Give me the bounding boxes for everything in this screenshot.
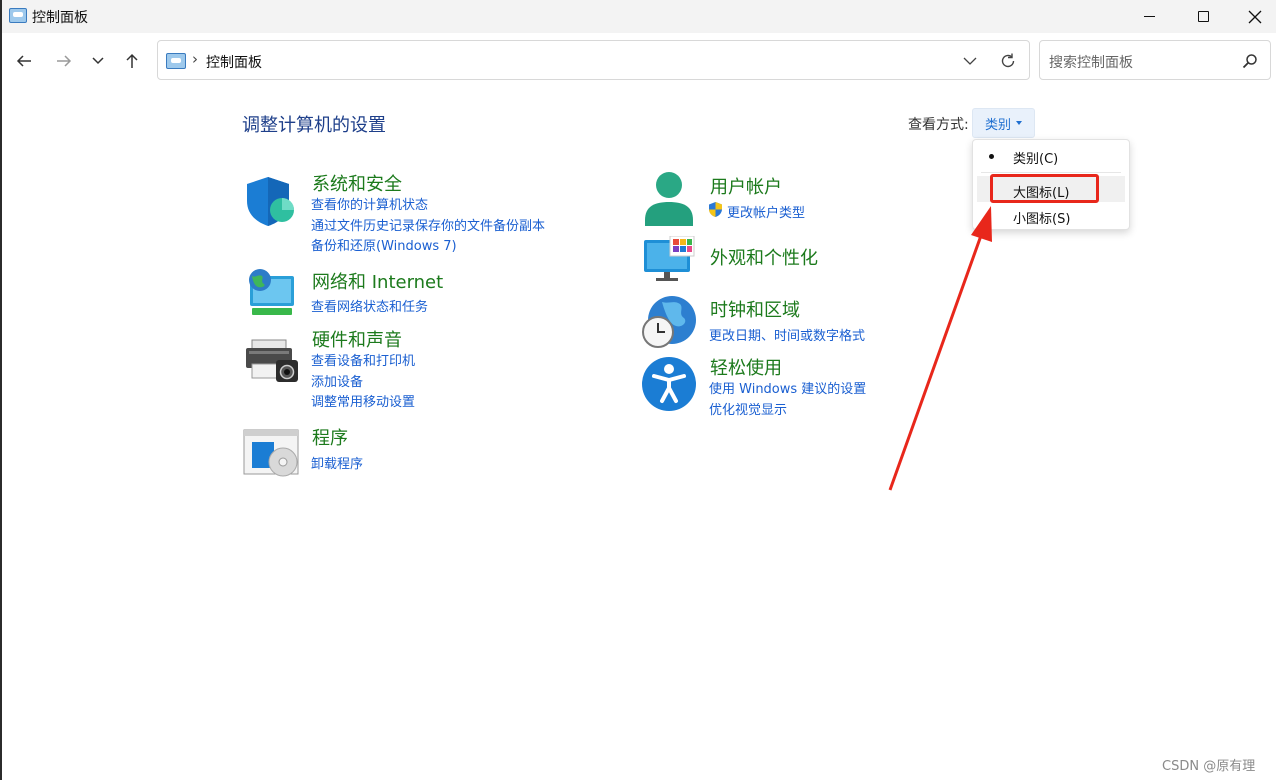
watermark: CSDN @原有理 [1162,759,1256,774]
link-backup-restore[interactable]: 备份和还原(Windows 7) [311,235,457,254]
menu-item-category-label: 类别(C) [1013,152,1059,167]
link-network-status[interactable]: 查看网络状态和任务 [311,296,428,315]
navigation-bar: › 控制面板 搜索控制面板 [2,33,1276,88]
control-panel-icon [166,53,186,69]
annotation-highlight-box [990,174,1099,203]
category-system-security[interactable]: 系统和安全 [312,170,402,196]
uac-shield-icon [709,202,722,217]
caret-down-icon [1016,121,1022,125]
title-bar: 控制面板 [2,0,1276,33]
page-title: 调整计算机的设置 [242,115,386,136]
link-add-device[interactable]: 添加设备 [311,371,363,390]
window-title: 控制面板 [32,10,88,26]
view-by-label: 查看方式: [908,117,969,133]
user-icon[interactable] [642,170,696,228]
link-mobility-settings[interactable]: 调整常用移动设置 [311,391,415,410]
up-button[interactable] [118,47,146,75]
window-border [0,0,2,780]
annotation-arrow-icon [888,206,992,491]
link-change-account-type[interactable]: 更改帐户类型 [727,202,805,221]
accessibility-icon[interactable] [641,356,697,412]
breadcrumb-separator: › [192,50,198,68]
programs-disc-icon[interactable] [243,428,301,480]
category-ease-of-access[interactable]: 轻松使用 [710,354,782,380]
arrow-up-icon [126,53,138,68]
refresh-button[interactable] [996,49,1020,73]
category-appearance-personalization[interactable]: 外观和个性化 [710,244,818,270]
link-change-date-time-format[interactable]: 更改日期、时间或数字格式 [709,325,865,344]
close-button[interactable] [1228,0,1276,33]
link-windows-recommended-settings[interactable]: 使用 Windows 建议的设置 [709,378,866,397]
link-uninstall-program[interactable]: 卸载程序 [311,453,363,472]
search-input[interactable]: 搜索控制面板 [1039,40,1271,80]
printer-camera-icon[interactable] [244,336,300,386]
selected-bullet-icon [989,154,994,159]
minimize-button[interactable] [1122,0,1176,33]
recent-locations-button[interactable] [84,47,112,75]
monitor-personalization-icon[interactable] [642,235,698,284]
refresh-icon [1001,53,1015,68]
address-bar[interactable]: › 控制面板 [157,40,1030,80]
link-file-history-backup[interactable]: 通过文件历史记录保存你的文件备份副本 [311,215,545,234]
link-view-computer-status[interactable]: 查看你的计算机状态 [311,194,428,213]
menu-item-category[interactable]: 类别(C) [973,142,1129,168]
forward-button[interactable] [50,47,78,75]
close-icon [1248,10,1262,23]
menu-item-small-icons-label: 小图标(S) [1013,212,1071,227]
address-history-button[interactable] [958,49,982,73]
back-button[interactable] [10,47,38,75]
control-panel-icon [9,8,27,23]
category-user-accounts[interactable]: 用户帐户 [710,173,782,199]
chevron-down-icon [92,57,104,65]
search-placeholder: 搜索控制面板 [1049,55,1133,71]
breadcrumb-control-panel[interactable]: 控制面板 [206,52,262,72]
arrow-left-icon [16,55,31,67]
search-icon[interactable] [1240,51,1260,71]
link-devices-printers[interactable]: 查看设备和打印机 [311,350,415,369]
view-by-dropdown[interactable]: 类别 [972,108,1035,138]
category-programs[interactable]: 程序 [312,424,348,450]
category-network-internet[interactable]: 网络和 Internet [312,268,443,294]
network-globe-icon[interactable] [244,268,298,320]
shield-icon[interactable] [244,174,298,228]
arrow-right-icon [57,55,72,67]
maximize-icon [1197,11,1209,22]
link-optimize-visual-display[interactable]: 优化视觉显示 [709,399,787,418]
category-clock-region[interactable]: 时钟和区域 [710,296,800,322]
view-by-value: 类别 [984,117,1011,133]
chevron-down-icon [963,57,977,65]
clock-globe-icon[interactable] [640,294,698,350]
minimize-icon [1143,16,1155,17]
maximize-button[interactable] [1176,0,1230,33]
menu-divider [981,172,1121,173]
category-hardware-sound[interactable]: 硬件和声音 [312,326,402,352]
